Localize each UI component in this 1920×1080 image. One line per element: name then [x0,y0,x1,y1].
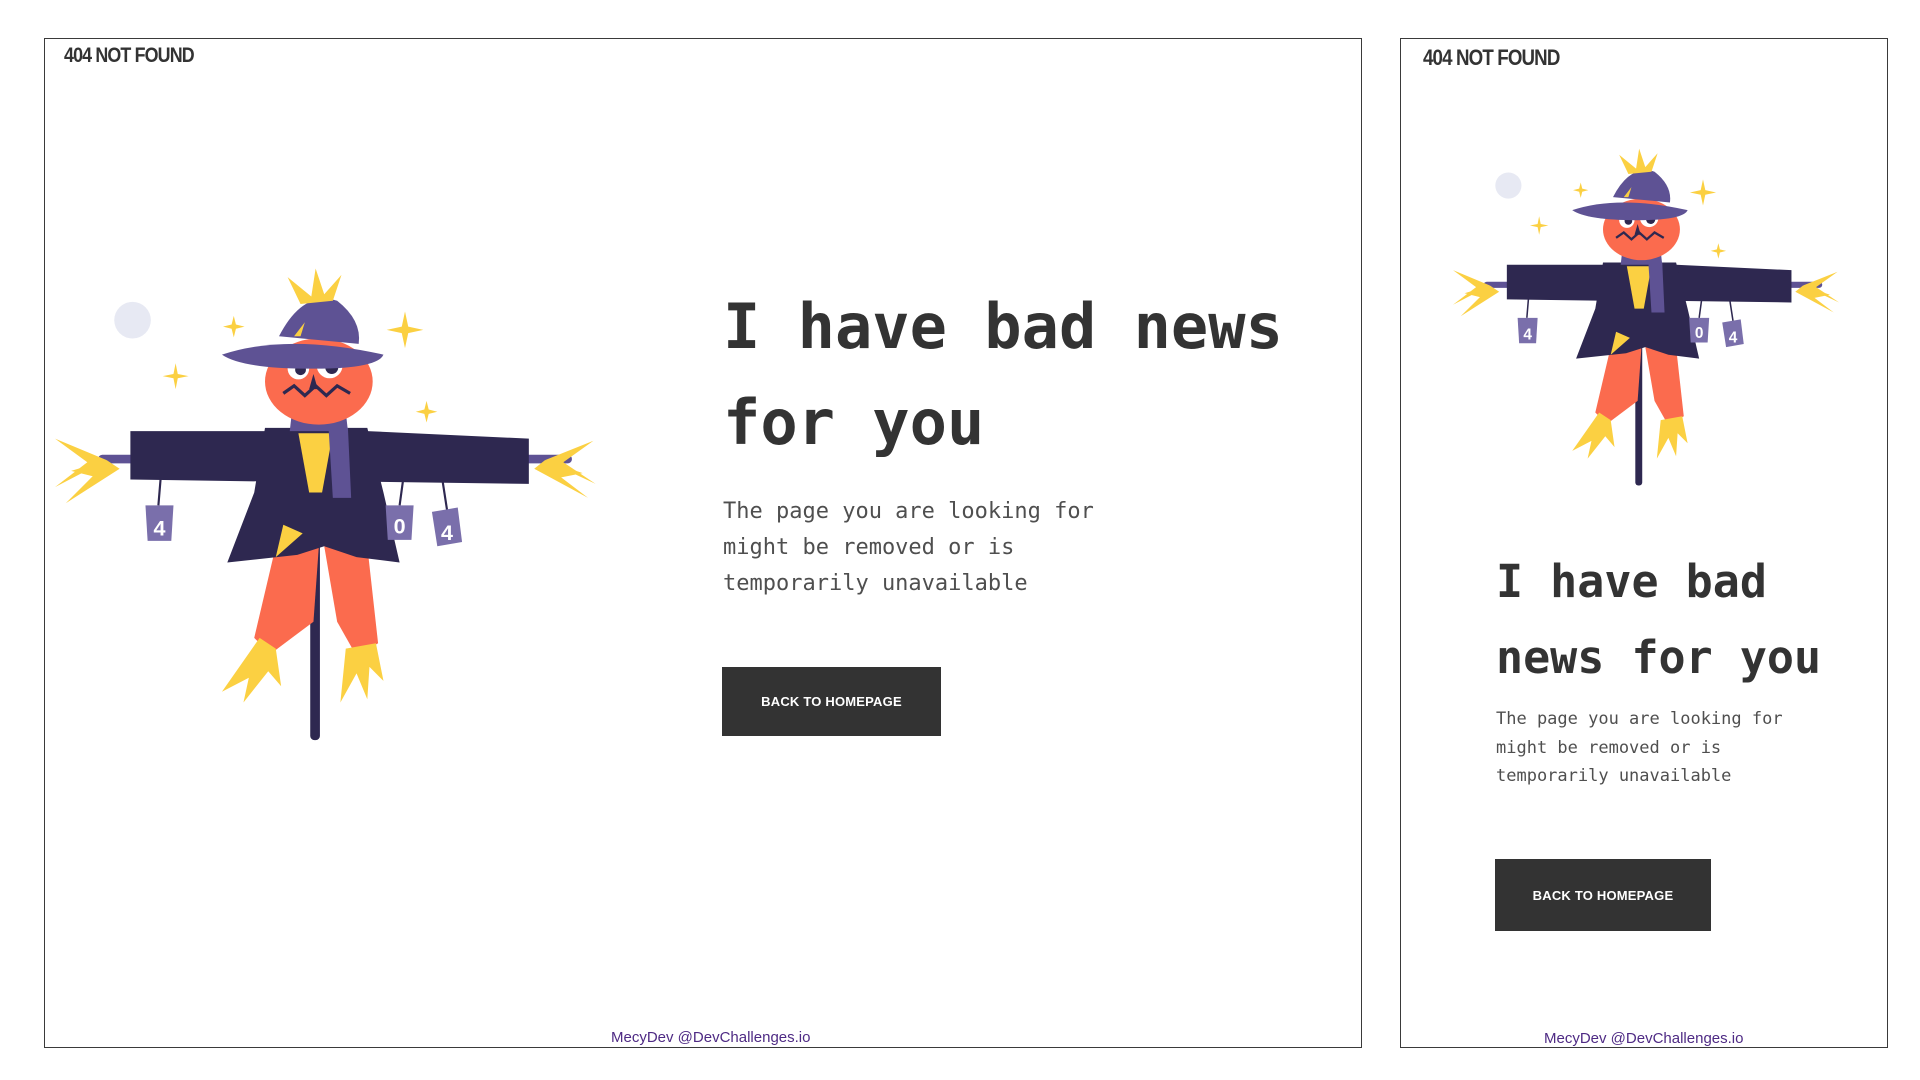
brand-logo[interactable]: 404 NOT FOUND [64,44,195,68]
scarecrow-illustration [1453,147,1841,488]
page-description: The page you are looking for might be re… [723,499,1094,596]
scarecrow-illustration [55,264,615,764]
mobile-view: 404 NOT FOUND I have bad news for you Th… [1400,38,1888,1048]
credit-link[interactable]: MecyDev @DevChallenges.io [611,1029,810,1046]
page-description: The page you are looking for might be re… [1496,709,1783,786]
back-to-homepage-button[interactable]: BACK TO HOMEPAGE [1495,859,1711,931]
back-to-homepage-button[interactable]: BACK TO HOMEPAGE [722,667,941,736]
brand-logo[interactable]: 404 NOT FOUND [1423,45,1560,71]
page-headline: I have bad news for you [1496,555,1822,684]
credit-link[interactable]: MecyDev @DevChallenges.io [1544,1030,1743,1047]
desktop-view: 404 NOT FOUND I have bad news for you Th… [44,38,1362,1048]
page-headline: I have bad news for you [723,290,1283,459]
